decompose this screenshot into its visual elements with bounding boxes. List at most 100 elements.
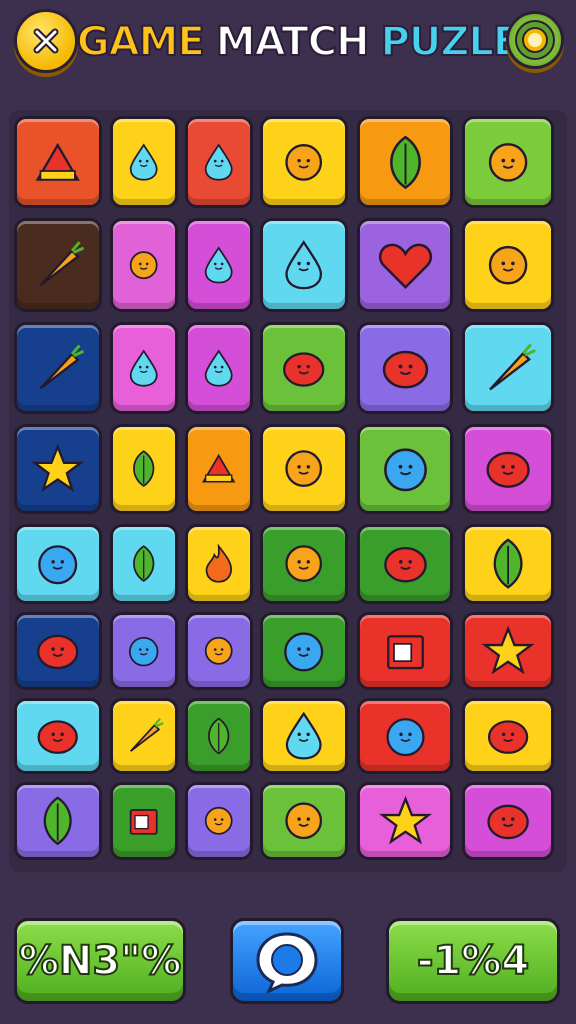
tile-r3-c4[interactable] xyxy=(260,322,348,414)
red-flower-icon xyxy=(285,143,323,181)
yellow-star-flower-icon xyxy=(378,795,432,845)
tile-r4-c3[interactable] xyxy=(185,424,253,514)
plant-icon xyxy=(133,545,155,583)
tile-r4-c6[interactable] xyxy=(462,424,554,514)
heart-icon xyxy=(378,243,432,289)
tile-r8-c5[interactable] xyxy=(357,782,453,860)
game-title: GAME MATCH PUZLE xyxy=(76,14,521,70)
figure-icon xyxy=(39,344,85,389)
close-button[interactable] xyxy=(14,9,78,73)
tile-r5-c1[interactable] xyxy=(14,524,102,604)
star-icon xyxy=(31,444,85,493)
right-score-label: -1%4 xyxy=(416,937,530,985)
tile-r5-c5[interactable] xyxy=(357,524,453,604)
drop-face-icon xyxy=(205,349,233,387)
tile-r3-c1[interactable] xyxy=(14,322,102,414)
tile-r7-c2[interactable] xyxy=(110,698,178,774)
close-x-icon xyxy=(33,28,59,54)
olive-icon xyxy=(38,545,78,585)
tile-r1-c5[interactable] xyxy=(357,116,453,208)
settings-button[interactable] xyxy=(506,11,564,69)
pin-icon xyxy=(285,239,323,290)
spiral-icon xyxy=(284,632,324,672)
tile-r8-c1[interactable] xyxy=(14,782,102,860)
tile-r2-c5[interactable] xyxy=(357,218,453,312)
tile-r5-c4[interactable] xyxy=(260,524,348,604)
tile-r4-c4[interactable] xyxy=(260,424,348,514)
tile-r2-c2[interactable] xyxy=(110,218,178,312)
tile-r2-c4[interactable] xyxy=(260,218,348,312)
cat-face-icon xyxy=(487,804,529,840)
carrots-icon xyxy=(489,342,536,391)
pink-blob-icon xyxy=(286,711,322,760)
lemon-face-icon xyxy=(205,246,233,284)
chat-bubble-icon xyxy=(256,932,318,994)
leaf-icon xyxy=(389,135,421,189)
tile-r2-c6[interactable] xyxy=(462,218,554,312)
flower-face-icon xyxy=(285,450,323,488)
tile-r7-c1[interactable] xyxy=(14,698,102,774)
sun-face-icon xyxy=(130,251,158,279)
circus-tent-icon xyxy=(35,142,81,181)
tile-r8-c6[interactable] xyxy=(462,782,554,860)
tile-r6-c6[interactable] xyxy=(462,612,554,690)
tent-icon xyxy=(202,454,236,483)
cup-icon xyxy=(205,143,233,181)
tile-r2-c3[interactable] xyxy=(185,218,253,312)
lightbulb-icon xyxy=(130,143,158,181)
tile-r6-c4[interactable] xyxy=(260,612,348,690)
tile-r2-c1[interactable] xyxy=(14,218,102,312)
tile-r7-c5[interactable] xyxy=(357,698,453,774)
tile-r6-c3[interactable] xyxy=(185,612,253,690)
orange-sun-icon xyxy=(285,545,323,583)
tile-r3-c2[interactable] xyxy=(110,322,178,414)
blue-ball-icon xyxy=(385,718,425,757)
tree-icon xyxy=(208,717,230,755)
chat-button[interactable] xyxy=(230,918,344,1004)
tile-r6-c1[interactable] xyxy=(14,612,102,690)
jar-icon xyxy=(386,635,424,670)
tile-r6-c5[interactable] xyxy=(357,612,453,690)
deer-icon xyxy=(486,452,530,489)
tile-r6-c2[interactable] xyxy=(110,612,178,690)
tile-r5-c6[interactable] xyxy=(462,524,554,604)
ladybug-icon xyxy=(382,350,428,389)
tile-r4-c2[interactable] xyxy=(110,424,178,514)
tile-r4-c5[interactable] xyxy=(357,424,453,514)
small-sun-icon xyxy=(205,637,233,665)
carrot-icon xyxy=(39,241,85,286)
candy-stick-icon xyxy=(130,717,164,752)
tile-r1-c3[interactable] xyxy=(185,116,253,208)
pink-flower-icon xyxy=(285,802,323,840)
red-virus-icon xyxy=(37,720,79,754)
chat-icon xyxy=(129,637,159,667)
right-score-button[interactable]: -1%4 xyxy=(386,918,560,1004)
tile-r7-c6[interactable] xyxy=(462,698,554,774)
tile-r3-c6[interactable] xyxy=(462,322,554,414)
herb-icon xyxy=(44,796,72,846)
tile-r4-c1[interactable] xyxy=(14,424,102,514)
gear-icon xyxy=(515,20,555,60)
tile-r1-c1[interactable] xyxy=(14,116,102,208)
tile-r8-c3[interactable] xyxy=(185,782,253,860)
bottle-icon xyxy=(130,349,158,387)
header: GAME MATCH PUZLE xyxy=(0,0,576,88)
tile-r7-c3[interactable] xyxy=(185,698,253,774)
tile-r1-c2[interactable] xyxy=(110,116,178,208)
tile-r1-c4[interactable] xyxy=(260,116,348,208)
tile-r8-c2[interactable] xyxy=(110,782,178,860)
red-blob-icon xyxy=(37,634,79,670)
green-star-icon xyxy=(481,625,535,675)
bird-icon xyxy=(383,448,427,492)
sun-icon xyxy=(488,245,528,285)
left-score-button[interactable]: %N3"% xyxy=(14,918,186,1004)
orange-sun-face-icon xyxy=(205,807,233,835)
tile-r3-c3[interactable] xyxy=(185,322,253,414)
tile-r1-c6[interactable] xyxy=(462,116,554,208)
tile-r7-c4[interactable] xyxy=(260,698,348,774)
tile-r8-c4[interactable] xyxy=(260,782,348,860)
tile-r5-c2[interactable] xyxy=(110,524,178,604)
title-match: MATCH xyxy=(215,18,371,66)
tile-r3-c5[interactable] xyxy=(357,322,453,414)
tile-r5-c3[interactable] xyxy=(185,524,253,604)
